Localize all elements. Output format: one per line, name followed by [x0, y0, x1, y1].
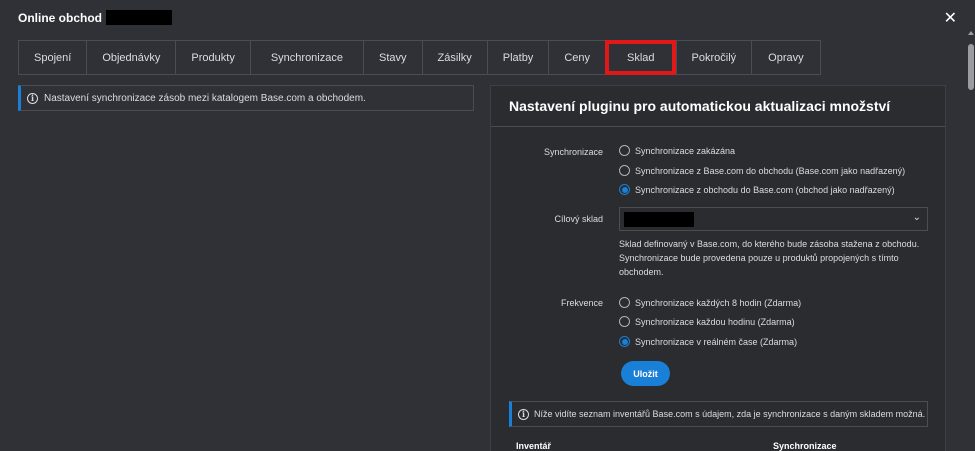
sync-option-base-to-shop[interactable]: Synchronizace z Base.com do obchodu (Bas…	[619, 165, 905, 176]
radio-label: Synchronizace v reálném čase (Zdarma)	[635, 336, 798, 347]
radio-label: Synchronizace každou hodinu (Zdarma)	[635, 316, 795, 327]
info-icon: i	[518, 408, 529, 420]
scrollbar[interactable]	[967, 30, 975, 451]
warehouse-select[interactable]: ⌄	[619, 207, 928, 231]
tab-produkty[interactable]: Produkty	[175, 40, 250, 75]
radio-label: Synchronizace z obchodu do Base.com (obc…	[635, 184, 895, 195]
tab-label: Opravy	[768, 51, 804, 64]
freq-option-1h[interactable]: Synchronizace každou hodinu (Zdarma)	[619, 316, 795, 327]
freq-option-8h[interactable]: Synchronizace každých 8 hodin (Zdarma)	[619, 297, 801, 308]
tab-label: Stavy	[378, 51, 407, 64]
tab-label: Ceny	[564, 51, 590, 64]
inventory-info-text: Níže vidíte seznam inventářů Base.com s …	[534, 409, 926, 419]
tab-stavy[interactable]: Stavy	[362, 40, 422, 75]
tab-pokrocily[interactable]: Pokročilý	[675, 40, 752, 75]
tab-label: Platby	[502, 51, 534, 64]
tab-ceny[interactable]: Ceny	[548, 40, 605, 75]
window-title-text: Online obchod	[18, 10, 102, 25]
tab-bar: Spojení Objednávky Produkty Synchronizac…	[18, 40, 821, 75]
tab-opravy[interactable]: Opravy	[751, 40, 821, 75]
tab-label: Sklad	[627, 51, 655, 64]
radio-icon[interactable]	[619, 316, 630, 327]
radio-label: Synchronizace zakázána	[635, 145, 736, 156]
tab-label: Spojení	[34, 51, 72, 64]
redacted-shop-name	[106, 10, 172, 25]
redacted-warehouse-value	[624, 211, 694, 227]
tab-label: Produkty	[191, 51, 235, 64]
inventory-info-alert: i Níže vidíte seznam inventářů Base.com …	[509, 401, 928, 427]
tab-platby[interactable]: Platby	[486, 40, 549, 75]
frequency-field-label: Frekvence	[560, 298, 603, 308]
tab-label: Synchronizace	[270, 51, 343, 64]
radio-icon[interactable]	[619, 165, 630, 176]
warehouse-field-label: Cílový sklad	[554, 214, 603, 224]
sync-info-alert: i Nastavení synchronizace zásob mezi kat…	[18, 85, 474, 111]
chevron-down-icon: ⌄	[912, 212, 921, 223]
tab-objednavky[interactable]: Objednávky	[86, 40, 176, 75]
save-button[interactable]: Uložit	[621, 361, 670, 386]
freq-option-realtime[interactable]: Synchronizace v reálném čase (Zdarma)	[619, 336, 797, 347]
window-title: Online obchod	[18, 10, 172, 25]
radio-checked-icon[interactable]	[619, 336, 630, 347]
scroll-up-arrow-icon[interactable]	[968, 31, 974, 35]
tab-spojeni[interactable]: Spojení	[18, 40, 87, 75]
column-header-sync: Synchronizace	[773, 441, 837, 451]
warehouse-help-text: Sklad definovaný v Base.com, do kterého …	[619, 239, 920, 277]
sync-info-text: Nastavení synchronizace zásob mezi katal…	[44, 92, 366, 104]
radio-checked-icon[interactable]	[619, 184, 630, 195]
sync-field-label: Synchronizace	[543, 147, 603, 157]
close-icon[interactable]: ✕	[944, 10, 957, 28]
tab-label: Pokročilý	[691, 51, 737, 64]
radio-icon[interactable]	[619, 297, 630, 308]
scrollbar-thumb[interactable]	[968, 44, 974, 90]
tab-sklad[interactable]: Sklad	[605, 40, 676, 75]
sync-option-shop-to-base[interactable]: Synchronizace z obchodu do Base.com (obc…	[619, 184, 895, 195]
panel-title: Nastavení pluginu pro automatickou aktua…	[491, 86, 945, 127]
tab-zasilky[interactable]: Zásilky	[421, 40, 487, 75]
tab-label: Objednávky	[102, 51, 161, 64]
radio-label: Synchronizace z Base.com do obchodu (Bas…	[635, 165, 906, 176]
tab-synchronizace[interactable]: Synchronizace	[249, 40, 363, 75]
tab-label: Zásilky	[437, 51, 472, 64]
radio-label: Synchronizace každých 8 hodin (Zdarma)	[635, 297, 802, 308]
info-icon: i	[27, 92, 38, 104]
settings-panel: Nastavení pluginu pro automatickou aktua…	[490, 85, 946, 451]
sync-option-disabled[interactable]: Synchronizace zakázána	[619, 145, 735, 156]
radio-icon[interactable]	[619, 145, 630, 156]
column-header-inventory: Inventář	[516, 441, 552, 451]
